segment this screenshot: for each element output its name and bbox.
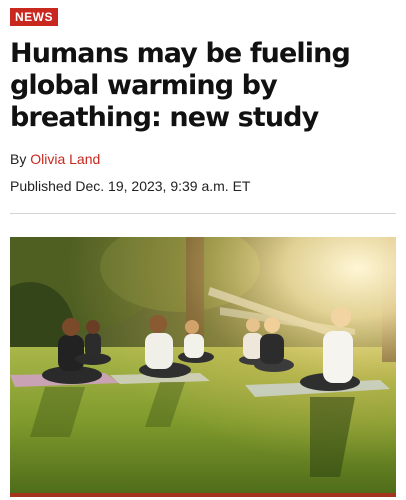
byline: By Olivia Land: [10, 151, 100, 167]
news-section-badge[interactable]: NEWS: [10, 8, 58, 26]
article-headline: Humans may be fueling global warming by …: [10, 38, 351, 133]
byline-prefix: By: [10, 151, 27, 167]
article: NEWS Humans may be fueling global warmin…: [0, 0, 406, 500]
meditation-photo: [10, 237, 396, 497]
publish-date: Published Dec. 19, 2023, 9:39 a.m. ET: [10, 178, 251, 194]
divider: [10, 213, 396, 214]
hero-image: [10, 237, 396, 497]
author-link[interactable]: Olivia Land: [30, 151, 100, 167]
